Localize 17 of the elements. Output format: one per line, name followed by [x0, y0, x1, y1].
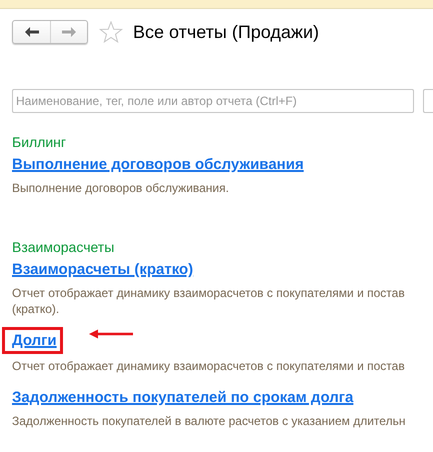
left-arrow-icon [24, 27, 38, 37]
window-title: Все отчеты (Продажи) [133, 22, 320, 42]
report-description: Отчет отображает динамику взаиморасчетов с покупателями и постав [12, 358, 406, 374]
report-link[interactable]: Взаиморасчеты (кратко) [12, 260, 194, 280]
report-description: Отчет отображает динамику взаиморасчетов с покупателями и постав (кратко). [12, 285, 406, 317]
star-icon[interactable] [99, 21, 123, 43]
report-link[interactable]: Задолженность покупателей по срокам долга [12, 388, 354, 408]
side-button[interactable] [423, 89, 433, 113]
report-description: Задолженность покупателей в валюте расчетов с указанием длительн [12, 413, 406, 429]
report-description: Выполнение договоров обслуживания. [12, 180, 230, 196]
group-title: Биллинг [12, 133, 68, 151]
report-link[interactable]: Долги [12, 331, 57, 351]
group-title: Взаиморасчеты [12, 238, 116, 256]
report-link[interactable]: Выполнение договоров обслуживания [12, 155, 304, 175]
search-field[interactable]: Наименование, тег, поле или автор отчета (Ctrl+F) [12, 89, 414, 113]
annotation-arrow [88, 329, 133, 339]
right-arrow-icon [62, 27, 76, 37]
